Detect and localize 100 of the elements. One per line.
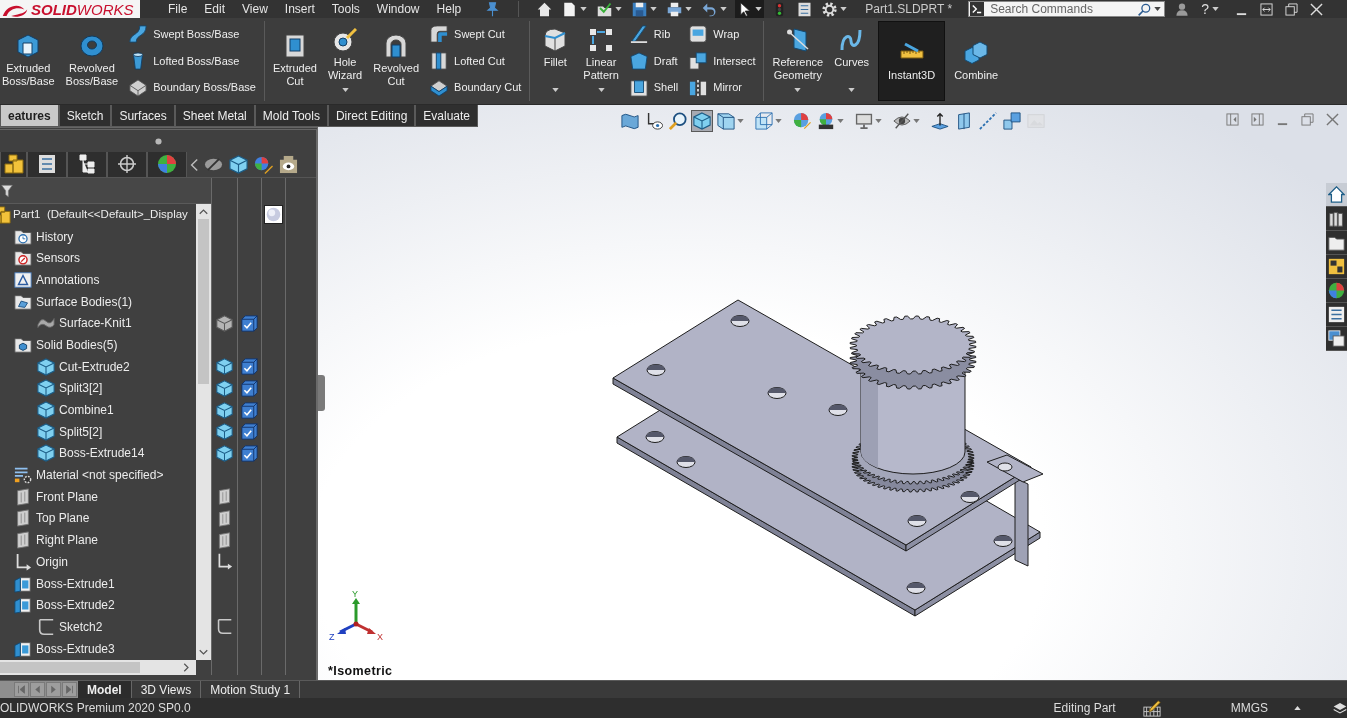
tree-item[interactable]: Cut-Extrude2 — [59, 357, 130, 376]
ribbon-button[interactable]: Lofted Boss/Base — [127, 49, 258, 73]
task-pane-tab[interactable] — [1326, 303, 1347, 327]
sketch-outline-icon[interactable] — [37, 617, 55, 636]
tile-right-icon[interactable] — [1251, 113, 1264, 126]
command-tab[interactable]: Direct Editing — [327, 105, 416, 127]
ribbon-button[interactable]: Draft — [627, 49, 681, 73]
ribbon-button[interactable]: Revolved Cut — [371, 21, 422, 101]
ribbon-button[interactable]: Combine — [952, 21, 1001, 101]
task-pane-tab[interactable] — [1326, 255, 1347, 279]
task-pane-tab[interactable] — [1326, 279, 1347, 303]
ribbon-button[interactable]: Shell — [627, 75, 681, 100]
view-button[interactable] — [690, 110, 713, 132]
tree-item[interactable]: Sensors — [36, 249, 81, 268]
tree-item[interactable]: Split5[2] — [59, 422, 103, 441]
toolbar-button[interactable] — [735, 0, 765, 18]
gauge-folder-icon[interactable] — [14, 249, 32, 268]
ribbon-button[interactable]: Wrap — [687, 22, 758, 47]
plane-icon[interactable] — [216, 488, 233, 506]
command-tab[interactable]: eatures — [0, 105, 59, 127]
ribbon-button[interactable]: Extruded Cut — [270, 21, 319, 101]
tree-item[interactable]: Split3[2] — [59, 379, 103, 398]
tree-item[interactable]: Combine1 — [59, 401, 114, 420]
ribbon-button[interactable]: Boundary Cut — [428, 75, 524, 100]
ribbon-button[interactable]: Lofted Cut — [428, 49, 524, 73]
plane-icon[interactable] — [216, 509, 233, 527]
help-button[interactable]: ? — [1201, 0, 1219, 18]
ribbon-button[interactable]: Hole Wizard — [325, 21, 365, 101]
tree-item[interactable]: History — [36, 227, 74, 246]
tree-item[interactable]: Front Plane — [36, 487, 99, 506]
caret-up-icon[interactable] — [1294, 706, 1301, 710]
checked-cube-icon[interactable] — [241, 401, 258, 419]
ribbon-button[interactable]: Curves — [832, 21, 872, 101]
cube-icon[interactable] — [37, 379, 55, 398]
command-tab[interactable]: Mold Tools — [254, 105, 328, 127]
plane-icon[interactable] — [14, 531, 32, 550]
ribbon-button[interactable]: Fillet — [536, 21, 575, 101]
command-tab[interactable]: Sheet Metal — [174, 105, 255, 127]
cube-icon[interactable] — [37, 401, 55, 420]
tree-item[interactable]: Boss-Extrude3 — [36, 639, 115, 658]
cube-icon[interactable] — [216, 379, 233, 397]
tree-item[interactable]: Part1 (Default<<Default>_Display — [13, 206, 188, 224]
document-tab[interactable]: Model — [78, 681, 132, 698]
tree-item[interactable]: Origin — [36, 552, 68, 571]
tile-arrows-icon[interactable] — [1259, 2, 1273, 16]
command-tab[interactable]: Evaluate — [415, 105, 478, 127]
plane-icon[interactable] — [14, 487, 32, 506]
tree-item[interactable]: Solid Bodies(5) — [36, 335, 118, 354]
ribbon-button[interactable]: Mirror — [687, 75, 758, 100]
cube-icon[interactable] — [37, 422, 55, 441]
sphere-icon[interactable] — [264, 205, 283, 225]
menu-item[interactable]: View — [242, 0, 268, 18]
ribbon-button[interactable]: Instant3D — [878, 21, 946, 101]
command-tab[interactable]: Surfaces — [111, 105, 175, 127]
tree-item[interactable]: Right Plane — [36, 531, 99, 550]
cube-icon[interactable] — [216, 444, 233, 462]
menu-item[interactable]: Window — [376, 0, 420, 18]
scrollbar[interactable] — [0, 660, 196, 675]
menu-item[interactable]: Insert — [284, 0, 315, 18]
sketch-outline-icon[interactable] — [216, 618, 233, 636]
view-button[interactable] — [666, 110, 689, 132]
menu-item[interactable]: Help — [436, 0, 462, 18]
panel-tab[interactable] — [67, 151, 107, 178]
cube-icon[interactable] — [37, 444, 55, 463]
ribbon-button[interactable]: Swept Cut — [428, 22, 524, 47]
task-pane-tab[interactable] — [1326, 327, 1347, 351]
ribbon-button[interactable]: Revolved Boss/Base — [63, 21, 121, 101]
list-gear-icon[interactable] — [14, 466, 32, 485]
surface-folder-icon[interactable] — [14, 292, 32, 311]
tree-item[interactable]: Material <not specified> — [36, 466, 164, 485]
command-tab[interactable]: Sketch — [58, 105, 112, 127]
checked-cube-icon[interactable] — [241, 379, 258, 397]
panel-tab[interactable] — [107, 151, 147, 178]
tile-left-icon[interactable] — [1226, 113, 1239, 126]
user-icon[interactable] — [1175, 1, 1190, 17]
cube-icon[interactable] — [216, 358, 233, 376]
menu-item[interactable]: Edit — [204, 0, 226, 18]
block-icon[interactable] — [14, 596, 32, 615]
panel-tab[interactable] — [0, 151, 27, 178]
menu-item[interactable]: Tools — [331, 0, 360, 18]
ribbon-button[interactable]: Intersect — [687, 49, 758, 73]
filter-icon[interactable] — [1, 183, 13, 198]
plane-icon[interactable] — [14, 509, 32, 528]
clock-folder-icon[interactable] — [14, 227, 32, 246]
checked-cube-icon[interactable] — [241, 423, 258, 441]
tree-item[interactable]: Top Plane — [36, 509, 90, 528]
menu-item[interactable]: File — [168, 0, 188, 18]
ribbon-button[interactable]: Linear Pattern — [581, 21, 621, 101]
cube-icon[interactable] — [37, 357, 55, 376]
ruler-pencil-icon[interactable] — [1142, 699, 1161, 717]
task-pane-tab[interactable] — [1326, 183, 1347, 207]
ribbon-button[interactable]: Boundary Boss/Base — [127, 75, 258, 100]
triangle-box-icon[interactable] — [14, 270, 32, 289]
tree-item[interactable]: Boss-Extrude1 — [36, 574, 115, 593]
tree-item[interactable]: Boss-Extrude2 — [36, 596, 115, 615]
scroll-thumb[interactable] — [198, 219, 209, 384]
tree-item[interactable]: Surface-Knit1 — [59, 314, 132, 333]
cube-folder-icon[interactable] — [14, 335, 32, 354]
units-selector[interactable]: MMGS — [1230, 699, 1268, 717]
tree-item[interactable]: Boss-Extrude14 — [59, 444, 145, 463]
